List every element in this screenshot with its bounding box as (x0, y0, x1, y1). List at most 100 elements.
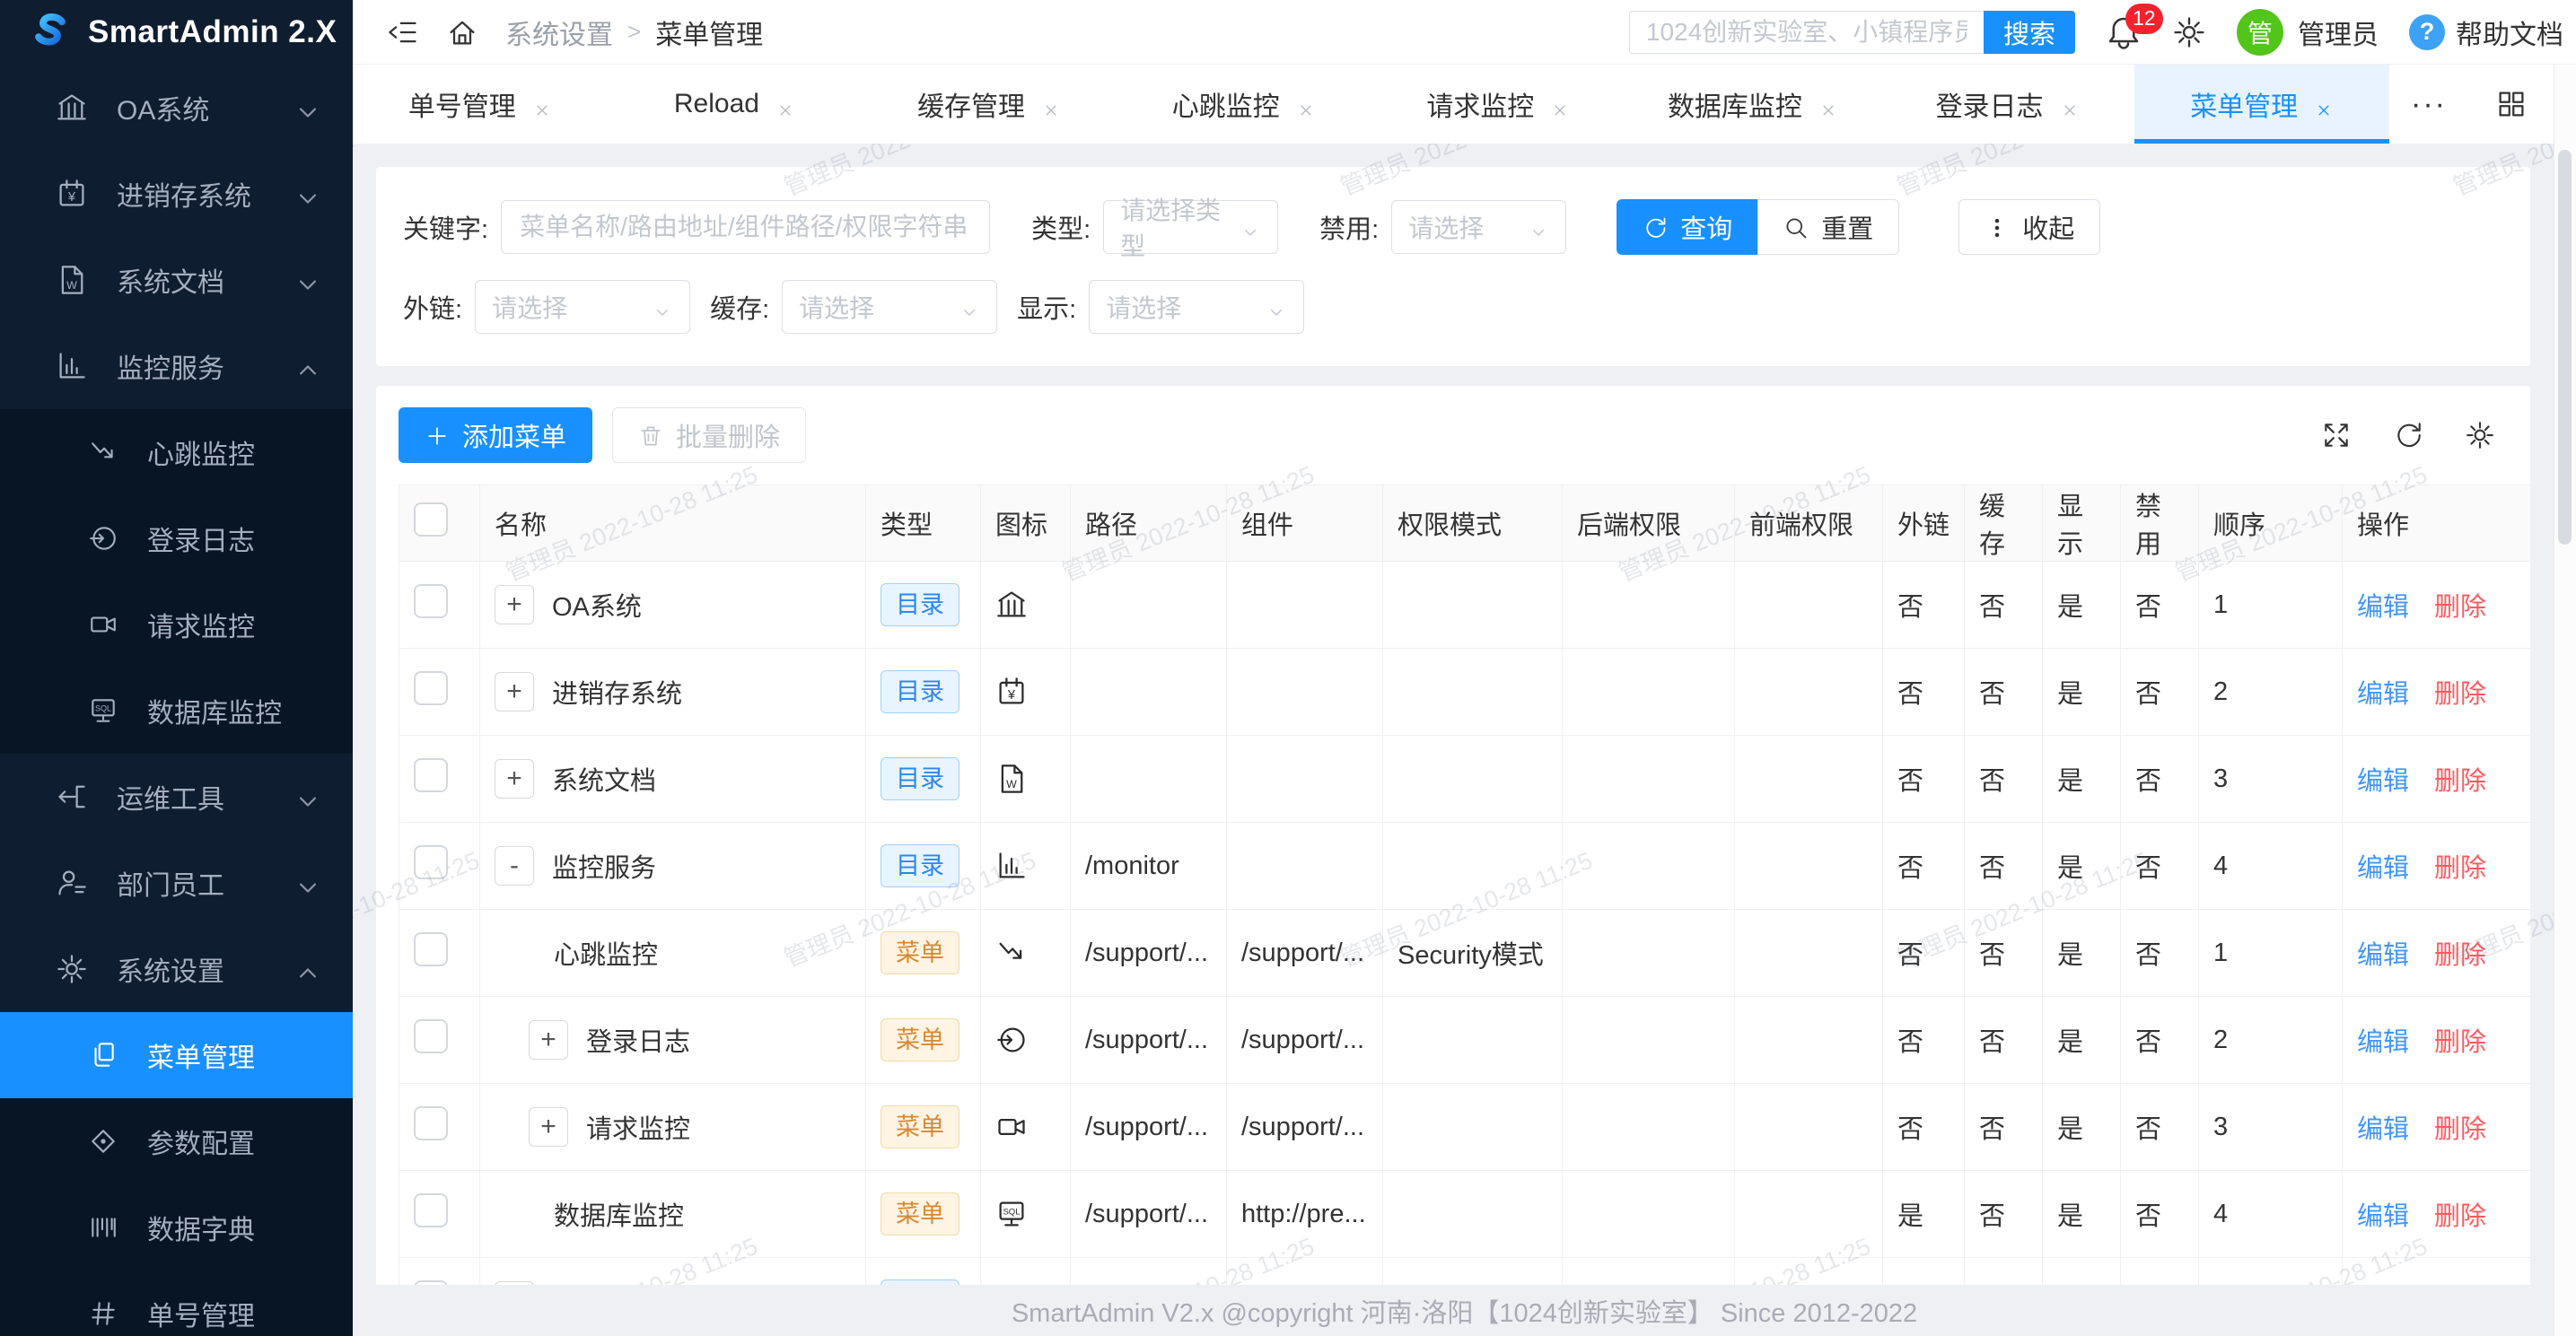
user-menu[interactable]: 管 管理员 (2237, 9, 2379, 56)
delete-link[interactable]: 删除 (2434, 1202, 2486, 1231)
column-header[interactable]: 组件 (1227, 485, 1383, 562)
sidebar-item-6[interactable]: 系统设置 (0, 926, 353, 1012)
delete-link[interactable]: 删除 (2434, 941, 2486, 970)
delete-link[interactable]: 删除 (2434, 1028, 2486, 1057)
sidebar-subitem-3-0[interactable]: 心跳监控 (0, 409, 353, 495)
column-header[interactable]: 外链 (1883, 485, 1965, 562)
home-icon[interactable] (446, 16, 478, 48)
breadcrumb-section[interactable]: 系统设置 (505, 13, 613, 52)
tab-6[interactable]: 登录日志 (1880, 65, 2135, 144)
column-header[interactable]: 显示 (2043, 485, 2121, 562)
edit-link[interactable]: 编辑 (2357, 593, 2409, 622)
row-toggle-button[interactable]: + (529, 1020, 568, 1060)
column-header[interactable]: 缓存 (1965, 485, 2043, 562)
notification-bell[interactable]: 12 (2106, 14, 2142, 50)
row-toggle-button[interactable]: + (495, 672, 534, 712)
app-logo[interactable]: SmartAdmin 2.X (0, 0, 353, 65)
tab-more-button[interactable]: ··· (2389, 65, 2468, 144)
column-header[interactable]: 前端权限 (1735, 485, 1883, 562)
tab-layout-grid-icon[interactable] (2468, 65, 2554, 144)
tab-5[interactable]: 数据库监控 (1625, 65, 1880, 144)
column-header[interactable]: 操作 (2343, 485, 2531, 562)
edit-link[interactable]: 编辑 (2357, 1115, 2409, 1144)
sidebar-subitem-6-3[interactable]: 单号管理 (0, 1271, 353, 1336)
row-checkbox[interactable] (414, 845, 448, 879)
edit-link[interactable]: 编辑 (2357, 1028, 2409, 1057)
sidebar-item-1[interactable]: ¥ 进销存系统 (0, 151, 353, 237)
sidebar-subitem-6-2[interactable]: 数据字典 (0, 1184, 353, 1271)
svg-text:¥: ¥ (67, 190, 76, 205)
sidebar-item-4[interactable]: 运维工具 (0, 754, 353, 840)
row-toggle-button[interactable]: + (495, 759, 534, 799)
edit-link[interactable]: 编辑 (2357, 854, 2409, 883)
sidebar-subitem-6-0[interactable]: 菜单管理 (0, 1012, 353, 1098)
column-header[interactable]: 路径 (1071, 485, 1227, 562)
row-toggle-button[interactable]: + (495, 585, 534, 624)
delete-link[interactable]: 删除 (2434, 767, 2486, 796)
scrollbar[interactable] (2554, 65, 2576, 1336)
tab-1[interactable]: Reload (608, 65, 863, 144)
sidebar-subitem-3-2[interactable]: 请求监控 (0, 581, 353, 668)
row-checkbox[interactable] (414, 932, 448, 966)
menu-fold-icon[interactable] (387, 16, 419, 48)
row-toggle-button[interactable]: + (529, 1107, 568, 1147)
edit-link[interactable]: 编辑 (2357, 941, 2409, 970)
reset-button[interactable]: 重置 (1757, 199, 1899, 255)
sidebar-subitem-6-1[interactable]: 参数配置 (0, 1098, 353, 1184)
sidebar-item-2[interactable]: W系统文档 (0, 237, 353, 323)
tab-0[interactable]: 单号管理 (353, 65, 608, 144)
column-header[interactable]: 顺序 (2199, 485, 2343, 562)
keyword-input[interactable] (501, 200, 990, 254)
sidebar-subitem-3-1[interactable]: 登录日志 (0, 495, 353, 581)
row-checkbox[interactable] (414, 1019, 448, 1053)
row-checkbox[interactable] (414, 1106, 448, 1140)
sidebar-item-3[interactable]: 监控服务 (0, 323, 353, 409)
fullscreen-icon[interactable] (2321, 420, 2352, 450)
column-header[interactable]: 图标 (981, 485, 1071, 562)
tab-7[interactable]: 菜单管理 (2134, 65, 2389, 144)
delete-link[interactable]: 删除 (2434, 854, 2486, 883)
cache-select[interactable]: 请选择 (782, 280, 997, 334)
global-search-button[interactable]: 搜索 (1984, 11, 2075, 54)
global-search-input[interactable] (1629, 11, 1984, 54)
column-header[interactable]: 后端权限 (1563, 485, 1735, 562)
row-checkbox[interactable] (414, 1193, 448, 1227)
cell-backend-perm (1563, 997, 1735, 1084)
row-checkbox[interactable] (414, 758, 448, 792)
sidebar-item-label: 进销存系统 (117, 174, 251, 214)
query-button[interactable]: 查询 (1617, 199, 1758, 255)
disabled-select[interactable]: 请选择 (1391, 200, 1566, 254)
column-header[interactable]: 类型 (866, 485, 981, 562)
select-all-checkbox[interactable] (414, 502, 448, 537)
row-checkbox[interactable] (414, 584, 448, 618)
sidebar-item-0[interactable]: OA系统 (0, 65, 353, 151)
edit-link[interactable]: 编辑 (2357, 767, 2409, 796)
delete-link[interactable]: 删除 (2434, 680, 2486, 709)
edit-link[interactable]: 编辑 (2357, 680, 2409, 709)
help-link[interactable]: ? 帮助文档 (2409, 13, 2563, 52)
row-toggle-button[interactable]: - (495, 846, 534, 886)
delete-link[interactable]: 删除 (2434, 1115, 2486, 1144)
collapse-button[interactable]: 收起 (1958, 199, 2100, 255)
refresh-icon[interactable] (2393, 420, 2423, 450)
scrollbar-thumb[interactable] (2558, 150, 2572, 545)
sidebar-subitem-3-3[interactable]: SQL数据库监控 (0, 668, 353, 754)
table-settings-icon[interactable] (2465, 420, 2495, 450)
column-header[interactable]: 禁用 (2121, 485, 2199, 562)
batch-delete-button[interactable]: 批量删除 (612, 407, 806, 463)
show-select[interactable]: 请选择 (1089, 280, 1304, 334)
edit-link[interactable]: 编辑 (2357, 1202, 2409, 1231)
add-menu-button[interactable]: 添加菜单 (399, 407, 592, 463)
column-header[interactable]: 权限模式 (1383, 485, 1563, 562)
tab-4[interactable]: 请求监控 (1371, 65, 1626, 144)
delete-link[interactable]: 删除 (2434, 593, 2486, 622)
header-settings-icon[interactable] (2172, 15, 2206, 49)
tab-2[interactable]: 缓存管理 (862, 65, 1117, 144)
cell-perm-mode (1383, 997, 1563, 1084)
sidebar-item-5[interactable]: 部门员工 (0, 840, 353, 926)
type-select[interactable]: 请选择类型 (1103, 200, 1278, 254)
external-select[interactable]: 请选择 (475, 280, 690, 334)
column-header[interactable]: 名称 (480, 485, 866, 562)
tab-3[interactable]: 心跳监控 (1117, 65, 1371, 144)
row-checkbox[interactable] (414, 671, 448, 705)
